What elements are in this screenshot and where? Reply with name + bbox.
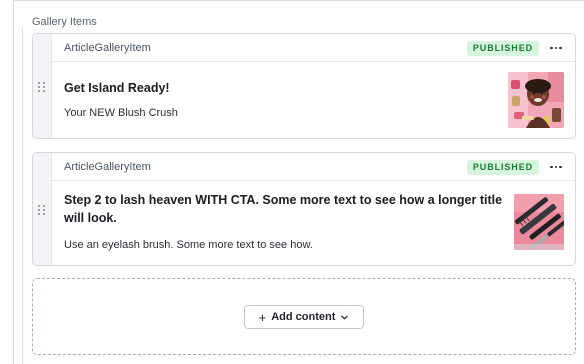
gallery-item-card[interactable]: ArticleGalleryItem PUBLISHED Get Island … [32, 33, 576, 139]
card-header: ArticleGalleryItem PUBLISHED [52, 153, 575, 181]
add-content-dropzone[interactable]: + Add content [32, 278, 576, 355]
item-description: Your NEW Blush Crush [64, 107, 178, 119]
drag-rail[interactable] [33, 34, 52, 138]
mascara-photo-icon[interactable] [514, 194, 564, 250]
item-title[interactable]: Step 2 to lash heaven WITH CTA. Some mor… [64, 191, 504, 227]
add-content-button[interactable]: + Add content [244, 305, 364, 329]
drag-handle-icon[interactable] [38, 205, 46, 215]
more-options-button[interactable] [547, 40, 565, 56]
blush-photo-icon[interactable] [508, 72, 564, 128]
chevron-down-icon [341, 315, 349, 319]
status-badge: PUBLISHED [466, 41, 539, 56]
status-badge: PUBLISHED [466, 160, 539, 175]
item-description: Use an eyelash brush. Some more text to … [64, 239, 313, 251]
gallery-item-card[interactable]: ArticleGalleryItem PUBLISHED Step 2 to l… [32, 152, 576, 266]
drag-handle-icon[interactable] [38, 82, 46, 92]
card-header: ArticleGalleryItem PUBLISHED [52, 34, 575, 62]
drag-rail[interactable] [33, 153, 52, 265]
item-type-label: ArticleGalleryItem [64, 161, 151, 173]
gallery-items-label: Gallery Items [32, 16, 97, 28]
item-title[interactable]: Get Island Ready! [64, 79, 170, 97]
add-content-label: Add content [271, 311, 336, 323]
plus-icon: + [258, 309, 267, 325]
more-options-button[interactable] [547, 159, 565, 175]
field-guide-line [22, 28, 23, 364]
item-type-label: ArticleGalleryItem [64, 42, 151, 54]
